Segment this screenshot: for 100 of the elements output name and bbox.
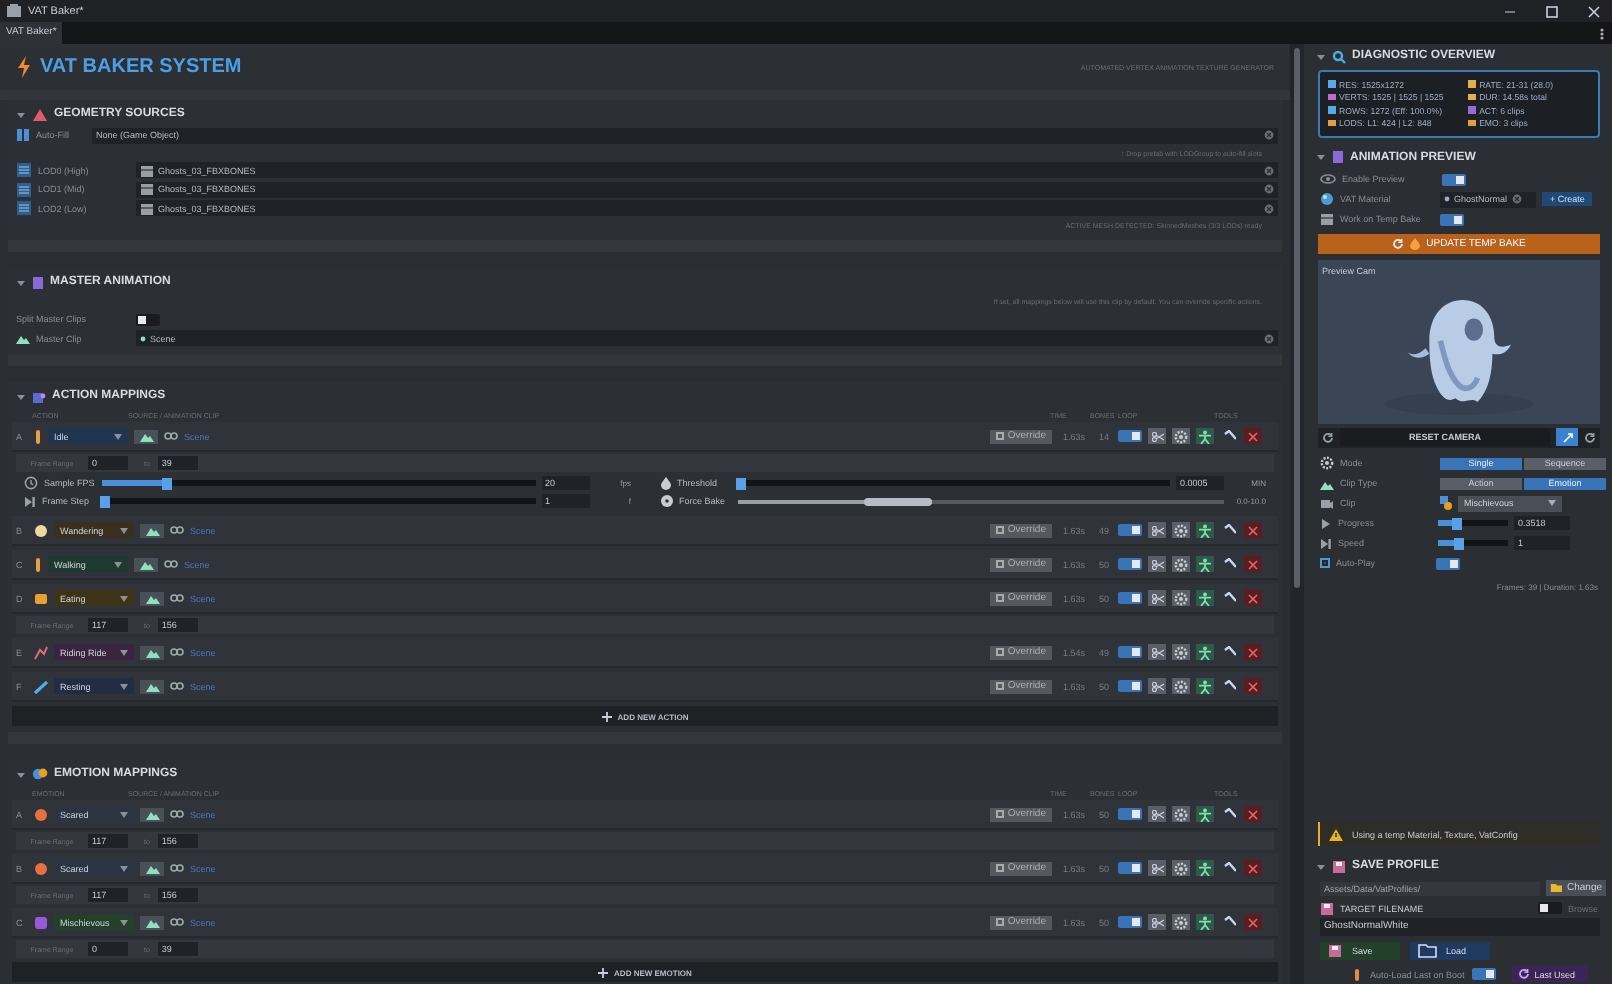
delete-button[interactable] — [1244, 522, 1262, 538]
clear-icon[interactable] — [1264, 333, 1274, 344]
checkbox[interactable] — [1320, 558, 1330, 568]
settings-button[interactable] — [1172, 860, 1190, 876]
source-button[interactable] — [134, 557, 158, 571]
caret-icon[interactable] — [16, 277, 26, 287]
source-button[interactable] — [140, 645, 164, 659]
scissors-button[interactable] — [1148, 590, 1166, 606]
scissors-button[interactable] — [1148, 806, 1166, 822]
settings-button[interactable] — [1172, 644, 1190, 660]
toggle-switch[interactable] — [1118, 592, 1142, 604]
range-slider-handle[interactable] — [737, 499, 932, 503]
caret-icon[interactable] — [16, 769, 26, 779]
toggle-switch[interactable] — [136, 313, 160, 326]
clear-icon[interactable] — [1264, 165, 1274, 176]
source-button[interactable] — [140, 915, 164, 929]
delete-button[interactable] — [1244, 678, 1262, 694]
checkbox[interactable] — [995, 526, 1004, 534]
scissors-button[interactable] — [1148, 522, 1166, 538]
link-button[interactable] — [1220, 806, 1238, 822]
link-button[interactable] — [1220, 860, 1238, 876]
delete-button[interactable] — [1244, 556, 1262, 572]
source-button[interactable] — [140, 679, 164, 693]
delete-button[interactable] — [1244, 914, 1262, 930]
landscape-icon — [16, 332, 30, 345]
checkbox[interactable] — [995, 594, 1004, 602]
caret-icon — [120, 649, 128, 655]
slider[interactable] — [1438, 540, 1508, 546]
toggle-switch[interactable] — [1118, 862, 1142, 874]
delete-button[interactable] — [1244, 806, 1262, 822]
source-button[interactable] — [140, 523, 164, 537]
source-button[interactable] — [140, 807, 164, 821]
scissors-button[interactable] — [1148, 914, 1166, 930]
link-button[interactable] — [1220, 914, 1238, 930]
toggle-switch[interactable] — [1118, 916, 1142, 928]
settings-button[interactable] — [1172, 806, 1190, 822]
refresh-icon[interactable] — [1584, 431, 1596, 443]
caret-icon[interactable] — [16, 391, 26, 401]
settings-button[interactable] — [1172, 428, 1190, 444]
toggle-switch[interactable] — [1118, 808, 1142, 820]
link-button[interactable] — [1220, 644, 1238, 660]
source-button[interactable] — [140, 861, 164, 875]
checkbox[interactable] — [995, 918, 1004, 926]
slider[interactable] — [1438, 520, 1508, 526]
camera-button[interactable] — [1556, 428, 1578, 446]
link-button[interactable] — [1220, 678, 1238, 694]
link-button[interactable] — [1220, 428, 1238, 444]
clear-icon[interactable] — [1264, 184, 1274, 195]
settings-button[interactable] — [1172, 590, 1190, 606]
caret-icon[interactable] — [1316, 152, 1326, 162]
flame-icon — [1410, 237, 1421, 249]
delete-button[interactable] — [1244, 590, 1262, 606]
link-button[interactable] — [1220, 556, 1238, 572]
settings-button[interactable] — [1172, 522, 1190, 538]
toggle-switch[interactable] — [1442, 173, 1466, 185]
maximize-icon[interactable] — [1546, 5, 1558, 17]
scrollbar-thumb[interactable] — [1294, 48, 1300, 588]
settings-button[interactable] — [1172, 914, 1190, 930]
delete-button[interactable] — [1244, 428, 1262, 444]
checkbox[interactable] — [995, 810, 1004, 818]
toggle-switch[interactable] — [1118, 430, 1142, 442]
checkbox[interactable] — [995, 560, 1004, 568]
checkbox[interactable] — [995, 682, 1004, 690]
source-button[interactable] — [134, 429, 158, 443]
caret-icon[interactable] — [1316, 861, 1326, 871]
refresh-icon[interactable] — [1322, 431, 1334, 443]
warning-icon — [1328, 827, 1344, 841]
scissors-button[interactable] — [1148, 556, 1166, 572]
scissors-button[interactable] — [1148, 678, 1166, 694]
scissors-button[interactable] — [1148, 644, 1166, 660]
caret-icon[interactable] — [1316, 51, 1326, 61]
toggle-switch[interactable] — [1537, 902, 1562, 914]
toggle-switch[interactable] — [1118, 524, 1142, 536]
close-icon[interactable] — [1588, 5, 1600, 17]
landscape-icon — [1320, 477, 1334, 489]
toggle-switch[interactable] — [1472, 968, 1497, 980]
toggle-switch[interactable] — [1118, 680, 1142, 692]
checkbox[interactable] — [995, 864, 1004, 872]
clear-icon[interactable] — [1264, 203, 1274, 214]
clear-icon[interactable] — [1511, 194, 1522, 204]
refresh-icon[interactable] — [1518, 968, 1531, 980]
checkbox[interactable] — [995, 648, 1004, 656]
settings-button[interactable] — [1172, 556, 1190, 572]
delete-button[interactable] — [1244, 644, 1262, 660]
link-button[interactable] — [1220, 590, 1238, 606]
settings-button[interactable] — [1172, 678, 1190, 694]
caret-icon[interactable] — [16, 109, 26, 119]
toggle-switch[interactable] — [1436, 557, 1460, 569]
delete-button[interactable] — [1244, 860, 1262, 876]
scissors-button[interactable] — [1148, 428, 1166, 444]
toggle-switch[interactable] — [1118, 558, 1142, 570]
checkbox[interactable] — [995, 432, 1004, 440]
link-button[interactable] — [1220, 522, 1238, 538]
caret-icon — [120, 527, 128, 533]
toggle-switch[interactable] — [1440, 213, 1464, 225]
minimize-icon[interactable] — [1504, 5, 1516, 17]
source-button[interactable] — [140, 591, 164, 605]
toggle-switch[interactable] — [1118, 646, 1142, 658]
scissors-button[interactable] — [1148, 860, 1166, 876]
clear-icon[interactable] — [1264, 130, 1274, 141]
